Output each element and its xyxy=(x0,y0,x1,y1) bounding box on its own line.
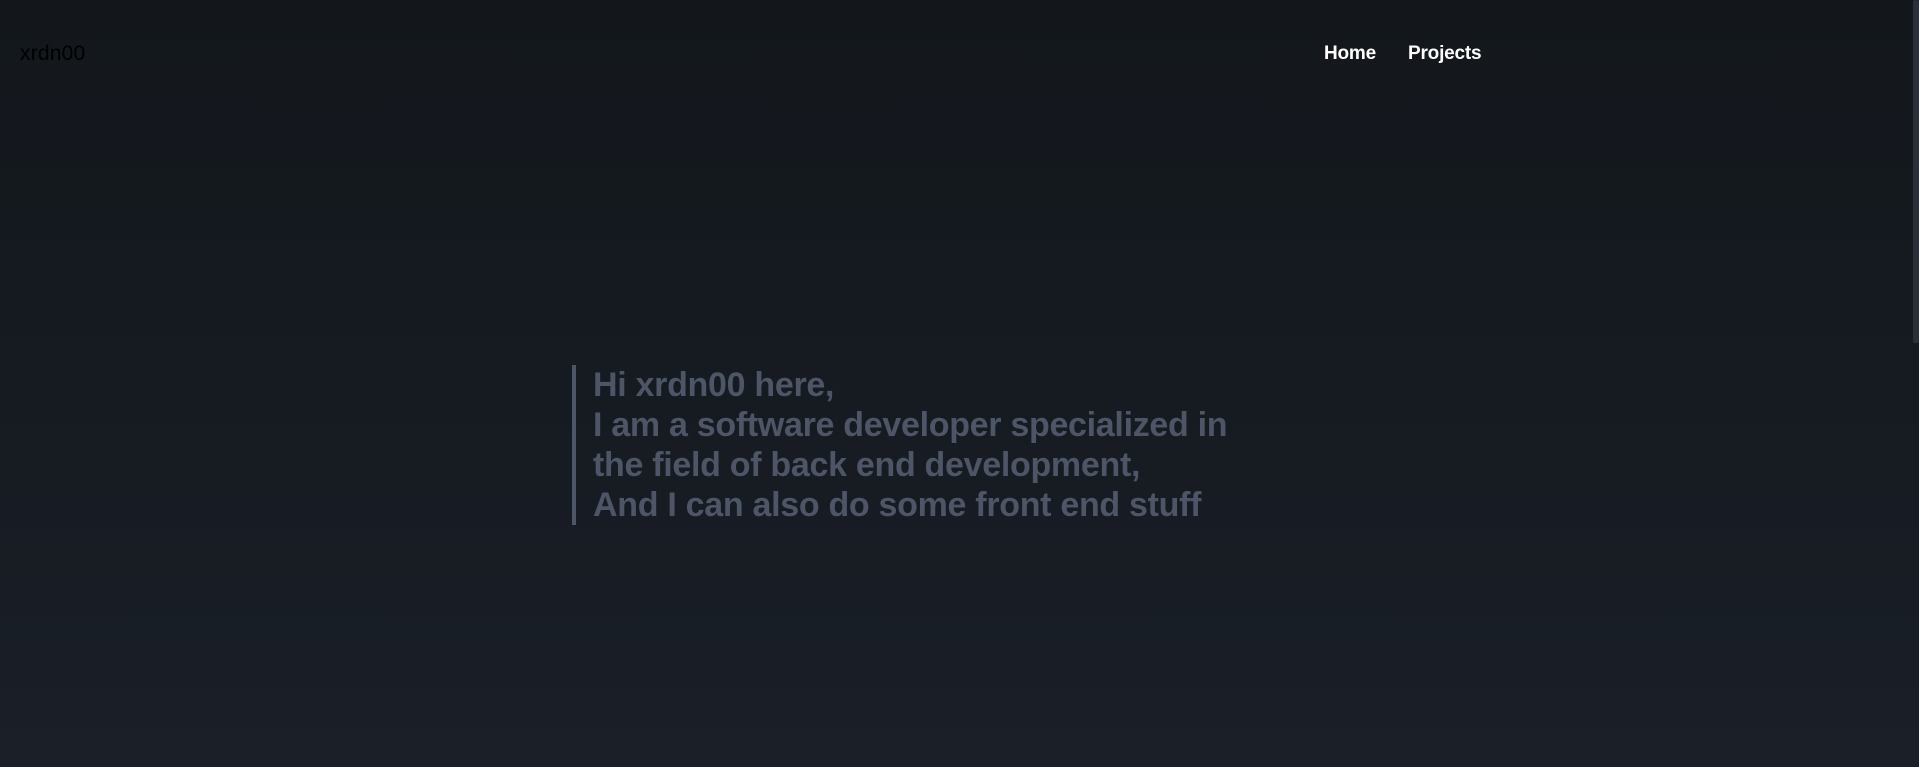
hero-intro: Hi xrdn00 here, I am a software develope… xyxy=(572,365,1228,525)
scrollbar-thumb[interactable] xyxy=(1913,0,1919,343)
nav-projects-link[interactable]: Projects xyxy=(1408,42,1482,66)
hero-line-extra: And I can also do some front end stuff xyxy=(593,486,1202,524)
hero-line-field: the field of back end development, xyxy=(593,446,1141,484)
hero-line-role: I am a software developer specialized in xyxy=(593,406,1228,444)
nav-home-link[interactable]: Home xyxy=(1324,42,1376,66)
site-logo[interactable]: xrdn00 xyxy=(20,42,85,66)
main-nav: Home Projects xyxy=(1324,42,1482,66)
hero-line-greeting: Hi xrdn00 here, xyxy=(593,366,835,404)
site-header: xrdn00 Home Projects xyxy=(0,0,1919,106)
page-scrollbar[interactable] xyxy=(1913,0,1919,767)
